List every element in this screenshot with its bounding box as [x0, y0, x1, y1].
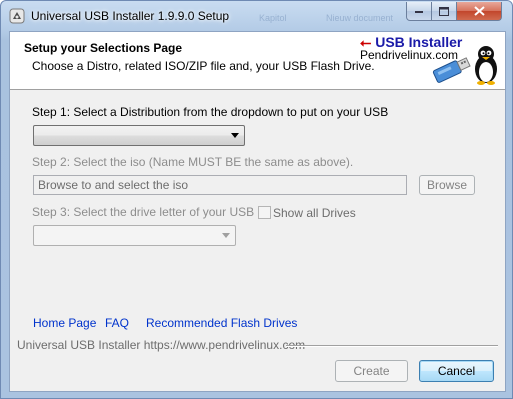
cancel-button[interactable]: Cancel: [419, 360, 494, 382]
home-page-link[interactable]: Home Page: [33, 316, 96, 330]
maximize-button[interactable]: [431, 2, 457, 21]
minimize-button[interactable]: [406, 2, 432, 21]
step2-label: Step 2: Select the iso (Name MUST BE the…: [32, 155, 354, 169]
page-subtitle: Choose a Distro, related ISO/ZIP file an…: [32, 59, 375, 73]
distribution-dropdown[interactable]: [33, 125, 245, 146]
iso-path-field[interactable]: Browse to and select the iso: [33, 175, 407, 195]
maximize-icon: [439, 6, 449, 16]
create-button[interactable]: Create: [335, 360, 408, 382]
chevron-down-icon: [222, 233, 230, 238]
app-icon: [9, 8, 25, 24]
footer-divider: [286, 345, 498, 347]
recommended-flash-drives-link[interactable]: Recommended Flash Drives: [146, 316, 297, 330]
usb-drive-icon: [432, 57, 471, 83]
brand-logo: ⭠ USB Installer Pendrivelinux.com: [360, 33, 500, 87]
footer-branding: Universal USB Installer https://www.pend…: [17, 338, 306, 352]
show-all-drives-label[interactable]: Show all Drives: [273, 206, 356, 220]
step1-label: Step 1: Select a Distribution from the d…: [32, 105, 389, 119]
minimize-icon: [415, 11, 423, 13]
drive-letter-dropdown[interactable]: [33, 225, 236, 246]
window-frame: Universal USB Installer 1.9.9.0 Setup Ka…: [0, 0, 513, 399]
background-window-text: Kapitol: [259, 13, 287, 23]
close-button[interactable]: [456, 2, 502, 21]
dialog-client-area: Setup your Selections Page Choose a Dist…: [9, 31, 506, 392]
title-bar[interactable]: Universal USB Installer 1.9.9.0 Setup Ka…: [1, 1, 513, 31]
chevron-down-icon: [231, 133, 239, 138]
faq-link[interactable]: FAQ: [105, 316, 129, 330]
page-title: Setup your Selections Page: [24, 41, 183, 55]
close-icon: [473, 6, 485, 16]
penguin-mascot-icon: [475, 46, 497, 85]
window-title: Universal USB Installer 1.9.9.0 Setup: [31, 9, 230, 23]
browse-button[interactable]: Browse: [419, 175, 475, 195]
background-window-text: Nieuw document: [326, 13, 394, 23]
step3-label: Step 3: Select the drive letter of your …: [32, 205, 255, 219]
wizard-header: Setup your Selections Page Choose a Dist…: [10, 32, 505, 90]
show-all-drives-checkbox[interactable]: [258, 206, 271, 219]
